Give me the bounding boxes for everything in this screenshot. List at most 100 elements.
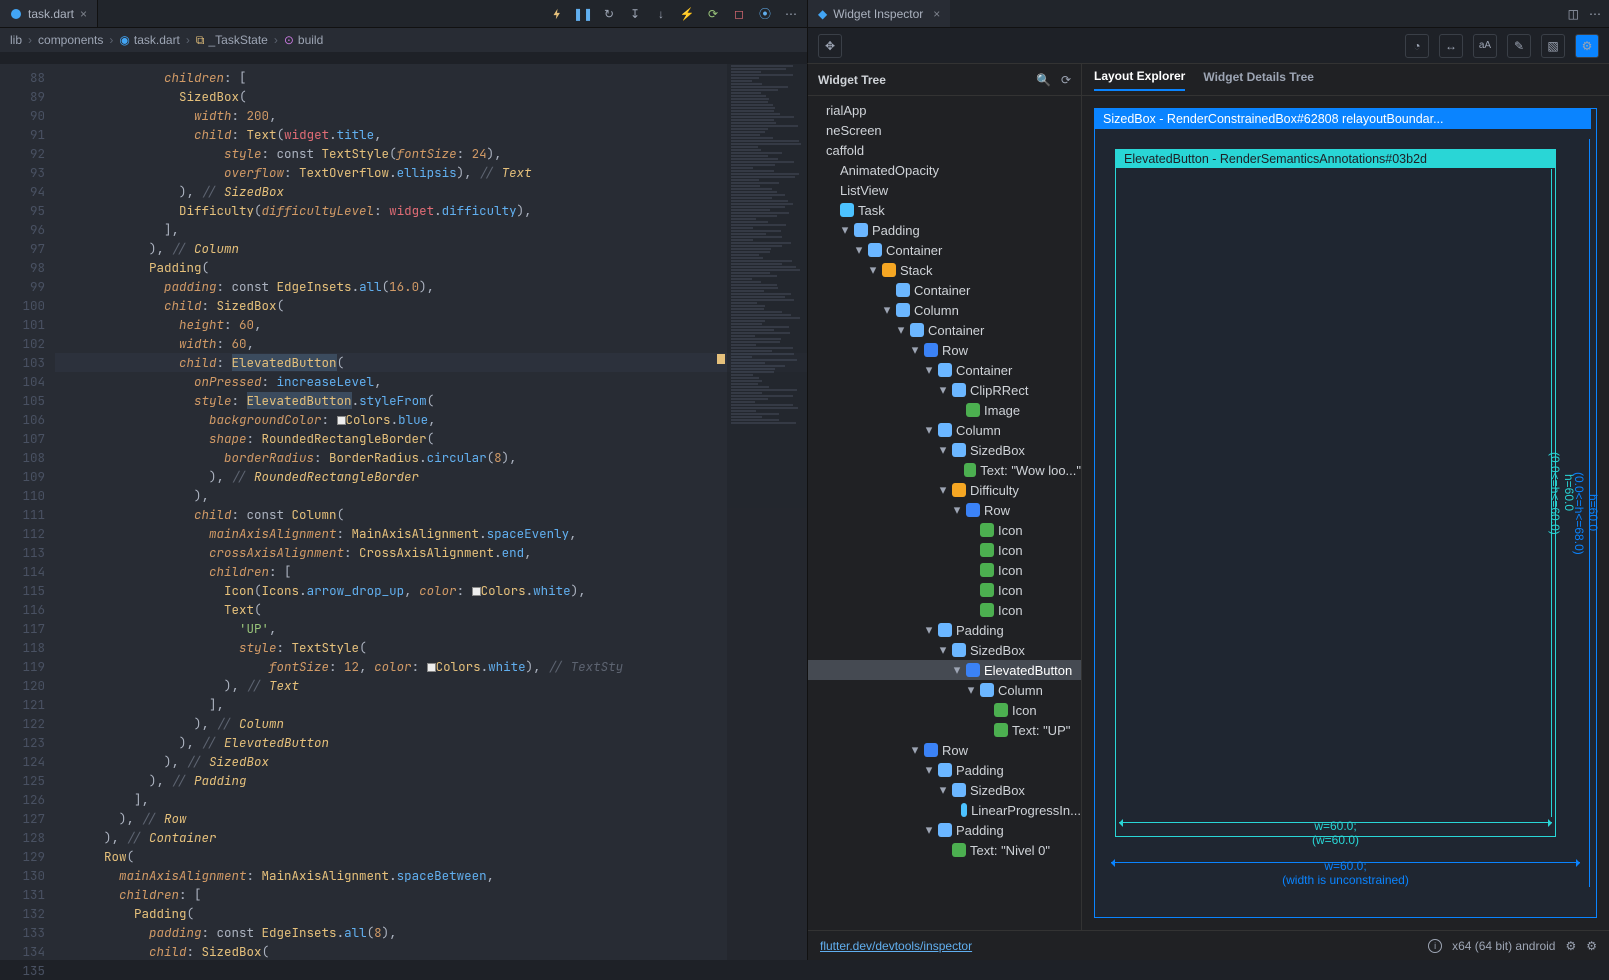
reload-icon[interactable]: ⟳	[705, 6, 721, 22]
line-number-gutter: 8889909192939495969798991001011021031041…	[0, 64, 55, 960]
tree-node[interactable]: ▾Stack	[808, 260, 1081, 280]
slow-animations-icon[interactable]: ◔	[1405, 34, 1429, 58]
tree-node[interactable]: ▾Column	[808, 680, 1081, 700]
tree-node[interactable]: ▾Container	[808, 240, 1081, 260]
inspector-tab-title: Widget Inspector	[833, 7, 923, 21]
tree-node[interactable]: ▾ClipRRect	[808, 380, 1081, 400]
tree-node[interactable]: ▾Padding	[808, 620, 1081, 640]
close-inspector-icon[interactable]: ×	[933, 7, 940, 21]
guidelines-icon[interactable]: ↔	[1439, 34, 1463, 58]
tree-node[interactable]: Icon	[808, 600, 1081, 620]
inspector-footer: flutter.dev/devtools/inspector i x64 (64…	[808, 930, 1609, 960]
layout-outer-label: SizedBox - RenderConstrainedBox#62808 re…	[1095, 109, 1591, 129]
tree-node[interactable]: caffold	[808, 140, 1081, 160]
inspector-tab[interactable]: ◆ Widget Inspector ×	[808, 0, 950, 27]
tree-node[interactable]: Container	[808, 280, 1081, 300]
tree-node[interactable]: ▾ElevatedButton	[808, 660, 1081, 680]
detail-tabs: Layout Explorer Widget Details Tree	[1082, 64, 1609, 96]
split-editor-icon[interactable]: ◫	[1568, 7, 1579, 21]
hot-reload-icon[interactable]	[549, 6, 565, 22]
layout-explorer-canvas[interactable]: SizedBox - RenderConstrainedBox#62808 re…	[1082, 96, 1609, 930]
tree-node[interactable]: ▾Column	[808, 420, 1081, 440]
tree-node[interactable]: Task	[808, 200, 1081, 220]
tree-node[interactable]: ▾Container	[808, 320, 1081, 340]
tree-node[interactable]: ▾Row	[808, 740, 1081, 760]
breadcrumb-method[interactable]: ⊙build	[284, 33, 323, 47]
tree-node[interactable]: ▾SizedBox	[808, 780, 1081, 800]
tree-node[interactable]: Icon	[808, 520, 1081, 540]
settings-icon[interactable]: ⚙	[1575, 34, 1599, 58]
refresh-tree-icon[interactable]: ⟳	[1061, 73, 1071, 87]
tree-node[interactable]: ▾SizedBox	[808, 440, 1081, 460]
editor-tab-task[interactable]: task.dart ×	[0, 0, 98, 27]
tree-node[interactable]: ▾Row	[808, 340, 1081, 360]
code-editor[interactable]: 8889909192939495969798991001011021031041…	[0, 64, 807, 960]
widget-inspector-pane: Widget Tree 🔍 ⟳ rialAppneScreencaffoldAn…	[807, 64, 1609, 960]
breadcrumb-file[interactable]: ◉task.dart	[119, 33, 180, 47]
breadcrumb: lib › components › ◉task.dart › ⧉_TaskSt…	[0, 28, 807, 52]
breadcrumb-class[interactable]: ⧉_TaskState	[196, 33, 268, 48]
tree-node[interactable]: LinearProgressIn...	[808, 800, 1081, 820]
tree-node[interactable]: ▾Container	[808, 360, 1081, 380]
devtools-docs-link[interactable]: flutter.dev/devtools/inspector	[820, 939, 972, 953]
tree-node[interactable]: Icon	[808, 560, 1081, 580]
code-content[interactable]: children: [ SizedBox( width: 200, child:…	[55, 64, 807, 960]
flutter-icon: ◆	[818, 7, 827, 21]
layout-inner-label: ElevatedButton - RenderSemanticsAnnotati…	[1116, 150, 1555, 168]
editor-tab-filename: task.dart	[28, 7, 74, 21]
layout-outer-height: h=60.0 (0.0<=h<=68.0)	[1572, 121, 1600, 905]
step-into-icon[interactable]: ↓	[653, 6, 669, 22]
tree-node[interactable]: Text: "Nivel 0"	[808, 840, 1081, 860]
flash-icon[interactable]: ⚡	[679, 6, 695, 22]
info-icon[interactable]: i	[1428, 939, 1442, 953]
repaint-icon[interactable]: ✎	[1507, 34, 1531, 58]
widget-tree-title: Widget Tree	[818, 73, 886, 87]
step-over-icon[interactable]: ↧	[627, 6, 643, 22]
select-widget-mode-icon[interactable]: ✥	[818, 34, 842, 58]
tree-node[interactable]: ▾Padding	[808, 820, 1081, 840]
stop-icon[interactable]: ◻	[731, 6, 747, 22]
tree-node[interactable]: neScreen	[808, 120, 1081, 140]
tree-node[interactable]: Icon	[808, 540, 1081, 560]
layout-outer-width: w=60.0; (width is unconstrained)	[1107, 859, 1584, 887]
tree-node[interactable]: ▾SizedBox	[808, 640, 1081, 660]
tree-node[interactable]: ▾Padding	[808, 760, 1081, 780]
run-toolbar: ❚❚ ↻ ↧ ↓ ⚡ ⟳ ◻ ⦿ ⋯	[541, 6, 807, 22]
footer-settings-icon[interactable]: ⚙	[1565, 939, 1576, 953]
tree-node[interactable]: ListView	[808, 180, 1081, 200]
tree-node[interactable]: ▾Difficulty	[808, 480, 1081, 500]
target-platform: x64 (64 bit) android	[1452, 939, 1555, 953]
tree-node[interactable]: Icon	[808, 580, 1081, 600]
tree-node[interactable]: ▾Column	[808, 300, 1081, 320]
tab-layout-explorer[interactable]: Layout Explorer	[1094, 69, 1185, 91]
search-icon[interactable]: 🔍	[1036, 73, 1051, 87]
breadcrumb-components[interactable]: components	[38, 33, 103, 47]
tree-node[interactable]: Text: "Wow loo..."	[808, 460, 1081, 480]
baselines-icon[interactable]: aA	[1473, 34, 1497, 58]
tree-node[interactable]: ▾Row	[808, 500, 1081, 520]
tree-node[interactable]: ▾Padding	[808, 220, 1081, 240]
more-actions-icon[interactable]: ⋯	[1589, 7, 1601, 21]
layout-outer-box[interactable]: SizedBox - RenderConstrainedBox#62808 re…	[1094, 108, 1597, 918]
close-tab-icon[interactable]: ×	[80, 7, 87, 21]
footer-gear-icon[interactable]: ⚙	[1586, 939, 1597, 953]
restart-icon[interactable]: ↻	[601, 6, 617, 22]
tree-node[interactable]: Icon	[808, 700, 1081, 720]
minimap[interactable]	[727, 64, 807, 960]
tab-widget-details-tree[interactable]: Widget Details Tree	[1203, 70, 1314, 90]
invert-images-icon[interactable]: ▧	[1541, 34, 1565, 58]
tree-node[interactable]: Text: "UP"	[808, 720, 1081, 740]
layout-inner-width: w=60.0; (w=60.0)	[1115, 819, 1556, 847]
inspect-icon[interactable]: ⦿	[757, 6, 773, 22]
pause-icon[interactable]: ❚❚	[575, 6, 591, 22]
window-tab-bar: task.dart × ❚❚ ↻ ↧ ↓ ⚡ ⟳ ◻ ⦿ ⋯ ◆ Widget …	[0, 0, 1609, 28]
tree-node[interactable]: rialApp	[808, 100, 1081, 120]
breadcrumb-lib[interactable]: lib	[10, 33, 22, 47]
layout-inner-box[interactable]: ElevatedButton - RenderSemanticsAnnotati…	[1115, 149, 1556, 837]
bookmark-icon	[717, 354, 725, 364]
tree-node[interactable]: AnimatedOpacity	[808, 160, 1081, 180]
dart-file-icon	[10, 8, 22, 20]
more-icon[interactable]: ⋯	[783, 6, 799, 22]
widget-tree[interactable]: rialAppneScreencaffoldAnimatedOpacityLis…	[808, 96, 1081, 930]
tree-node[interactable]: Image	[808, 400, 1081, 420]
